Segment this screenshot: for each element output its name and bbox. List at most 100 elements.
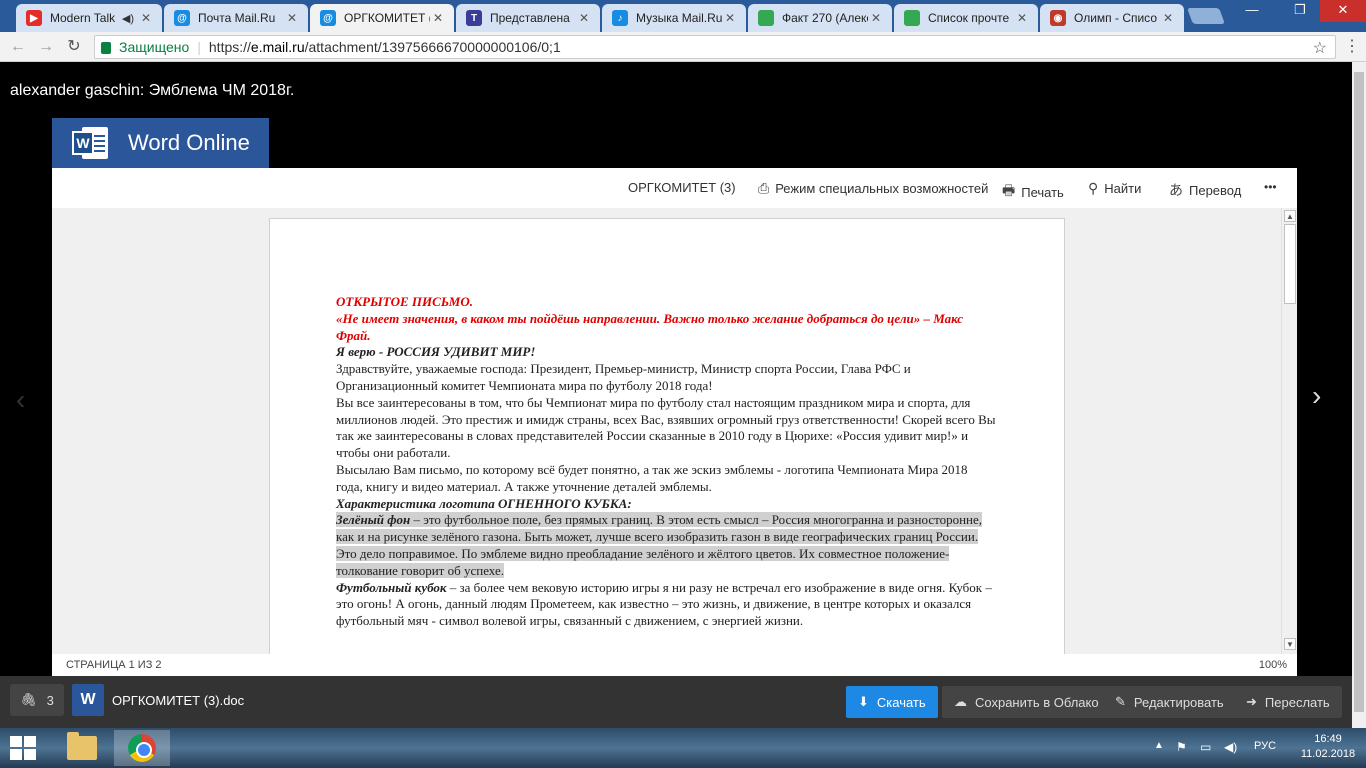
next-attachment-icon[interactable]: › — [1312, 380, 1321, 412]
scroll-thumb[interactable] — [1284, 224, 1296, 304]
more-options-button[interactable]: ••• — [1264, 180, 1277, 194]
forward-button[interactable]: ➜ Переслать — [1234, 686, 1342, 718]
tab-olimp[interactable]: ◉ Олимп - Списо ✕ — [1040, 4, 1184, 32]
back-button[interactable]: ← — [8, 37, 28, 57]
attachment-action-bar: 🖇 3 W ОРГКОМИТЕТ (3).doc ⬇ Скачать ☁ Сохра… — [0, 676, 1352, 728]
tab-label: Олимп - Списо — [1074, 11, 1157, 25]
language-indicator[interactable]: РУС — [1254, 740, 1276, 752]
download-label: Скачать — [876, 694, 926, 710]
close-tab-icon[interactable]: ✕ — [1160, 11, 1176, 25]
url-path: /attachment/13975666670000000106/0;1 — [304, 39, 561, 55]
maximize-button[interactable]: ❐ — [1282, 0, 1318, 22]
doc-motto: Я верю - РОССИЯ УДИВИТ МИР! — [336, 344, 536, 360]
scroll-up-icon[interactable]: ▲ — [1284, 210, 1296, 222]
file-name: ОРГКОМИТЕТ (3).doc — [112, 693, 245, 708]
pencil-icon: ✎ — [1115, 694, 1126, 709]
tab-label: Представлена — [490, 11, 570, 25]
music-icon: ♪ — [612, 10, 628, 26]
minimize-button[interactable]: — — [1234, 0, 1270, 22]
system-clock[interactable]: 16:49 11.02.2018 — [1298, 732, 1358, 762]
close-tab-icon[interactable]: ✕ — [430, 11, 446, 25]
tj-icon: T — [466, 10, 482, 26]
save-to-cloud-button[interactable]: ☁ Сохранить в Облако — [942, 686, 1111, 718]
document-scrollbar[interactable]: ▲ ▼ — [1281, 208, 1297, 654]
tab-label: ОРГКОМИТЕТ ( — [344, 11, 430, 25]
forward-label: Переслать — [1264, 694, 1330, 710]
attachment-viewer: alexander gaschin: Эмблема ЧМ 2018г. W W… — [0, 62, 1352, 728]
previous-attachment-icon[interactable]: ‹ — [16, 384, 25, 416]
download-button[interactable]: ⬇ Скачать — [846, 686, 938, 718]
reload-button[interactable]: ↻ — [64, 37, 84, 57]
page-scrollbar[interactable] — [1352, 62, 1366, 728]
chrome-icon — [128, 734, 156, 762]
tab-predstavlena[interactable]: T Представлена ✕ — [456, 4, 600, 32]
close-tab-icon[interactable]: ✕ — [576, 11, 592, 25]
word-command-bar: ОРГКОМИТЕТ (3) ⎙ Режим специальных возмож… — [52, 168, 1297, 208]
doc-quote: «Не имеет значения, в каком ты пойдёшь н… — [336, 310, 963, 343]
print-button[interactable]: 🖶 Печать — [1002, 180, 1064, 204]
browser-tab-strip: ▶ Modern Talk ◀) ✕ @ Почта Mail.Ru ✕ @ О… — [0, 0, 1366, 32]
tab-pochta-mail-ru[interactable]: @ Почта Mail.Ru ✕ — [164, 4, 308, 32]
close-tab-icon[interactable]: ✕ — [284, 11, 300, 25]
accessibility-label: Режим специальных возможностей — [775, 181, 989, 196]
tab-label: Список прочте — [928, 11, 1010, 25]
arrow-right-icon: ➜ — [1246, 694, 1257, 709]
tab-orgkomitet[interactable]: @ ОРГКОМИТЕТ ( ✕ — [310, 4, 454, 32]
find-button[interactable]: ⚲ Найти — [1088, 180, 1141, 197]
attachments-count: 3 — [46, 692, 54, 708]
windows-start-icon[interactable] — [10, 736, 38, 760]
translate-button[interactable]: あ Перевод — [1169, 180, 1241, 200]
word-logo-icon: W — [72, 125, 108, 161]
lock-icon — [101, 42, 111, 54]
security-indicator[interactable]: Защищено — [101, 39, 189, 55]
page-scroll-thumb[interactable] — [1354, 72, 1364, 712]
document-canvas: ОТКРЫТОЕ ПИСЬМО. «Не имеет значения, в к… — [52, 208, 1297, 654]
accessibility-mode-button[interactable]: ⎙ Режим специальных возможностей — [758, 180, 988, 197]
doc-paragraph: Высылаю Вам письмо, по которому всё буде… — [336, 461, 968, 494]
translate-label: Перевод — [1189, 182, 1242, 198]
volume-icon[interactable]: ◀) — [1224, 740, 1237, 754]
file-explorer-button[interactable] — [54, 730, 110, 766]
tab-muzyka-mail-ru[interactable]: ♪ Музыка Mail.Ru ✕ — [602, 4, 746, 32]
tab-fakt-270[interactable]: Факт 270 (Алекс ✕ — [748, 4, 892, 32]
attachments-count-button[interactable]: 🖇 3 — [10, 684, 64, 716]
close-tab-icon[interactable]: ✕ — [1014, 11, 1030, 25]
cloud-icon: ☁ — [954, 694, 967, 709]
browser-toolbar: ← → ↻ Защищено | https://e.mail.ru/attac… — [0, 32, 1366, 62]
tab-label: Музыка Mail.Ru — [636, 11, 722, 25]
browser-menu-icon[interactable]: ⋮ — [1344, 37, 1360, 57]
close-tab-icon[interactable]: ✕ — [722, 11, 738, 25]
bookmark-star-icon[interactable]: ☆ — [1313, 38, 1327, 58]
save-cloud-label: Сохранить в Облако — [975, 694, 1099, 710]
close-tab-icon[interactable]: ✕ — [868, 11, 884, 25]
new-tab-button[interactable] — [1187, 8, 1225, 24]
edit-button[interactable]: ✎ Редактировать — [1103, 686, 1236, 718]
zoom-level[interactable]: 100% — [1259, 659, 1287, 671]
flag-icon[interactable]: ⚑ — [1176, 740, 1187, 754]
close-tab-icon[interactable]: ✕ — [138, 11, 154, 25]
document-body[interactable]: ОТКРЫТОЕ ПИСЬМО. «Не имеет значения, в к… — [336, 294, 996, 630]
word-online-header: W Word Online — [52, 118, 1297, 168]
doc-name-text: ОРГКОМИТЕТ (3) — [628, 180, 736, 195]
forward-button[interactable]: → — [36, 37, 56, 57]
tray-expand-icon[interactable]: ▲ — [1154, 740, 1164, 751]
audio-playing-icon[interactable]: ◀) — [122, 12, 134, 25]
tab-modern-talk[interactable]: ▶ Modern Talk ◀) ✕ — [16, 4, 162, 32]
address-bar[interactable]: Защищено | https://e.mail.ru/attachment/… — [94, 35, 1336, 59]
paperclip-icon: 🖇 — [20, 692, 37, 707]
word-brand[interactable]: W Word Online — [52, 118, 269, 168]
tab-spisok-prochte[interactable]: Список прочте ✕ — [894, 4, 1038, 32]
network-icon[interactable]: ▭ — [1200, 740, 1211, 754]
doc-term: Футбольный кубок — [336, 579, 447, 595]
windows-taskbar: ▲ ⚑ ▭ ◀) РУС 16:49 11.02.2018 — [0, 728, 1366, 768]
close-window-button[interactable]: ✕ — [1320, 0, 1366, 22]
secure-label: Защищено — [119, 39, 190, 55]
chrome-taskbar-button[interactable] — [114, 730, 170, 766]
find-label: Найти — [1104, 181, 1142, 196]
url-scheme: https:// — [208, 39, 251, 55]
doc-paragraph: Вы все заинтересованы в том, что бы Чемп… — [336, 394, 996, 461]
word-status-bar: СТРАНИЦА 1 ИЗ 2 100% — [52, 654, 1297, 676]
doc-term-text: – это футбольное поле, без прямых границ… — [336, 512, 983, 578]
url-host: e.mail.ru — [250, 39, 305, 55]
scroll-down-icon[interactable]: ▼ — [1284, 638, 1296, 650]
